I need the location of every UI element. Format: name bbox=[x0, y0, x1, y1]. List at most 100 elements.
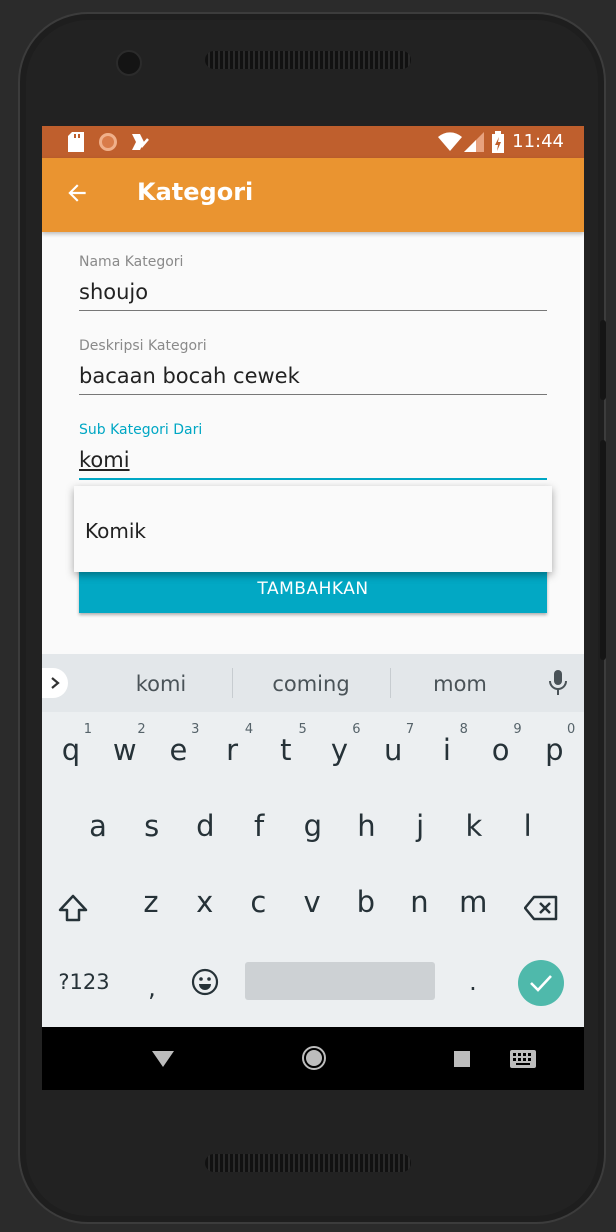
home-icon[interactable] bbox=[301, 1045, 327, 1071]
key-hint: 8 bbox=[459, 722, 468, 737]
status-time: 11:44 bbox=[512, 131, 564, 152]
enter-key[interactable] bbox=[518, 960, 564, 1006]
key-u[interactable]: u7 bbox=[366, 720, 420, 780]
key-i[interactable]: i8 bbox=[420, 720, 474, 780]
key-m[interactable]: m bbox=[446, 872, 500, 932]
key-a[interactable]: a bbox=[71, 796, 125, 856]
expand-suggestions-button[interactable] bbox=[42, 668, 68, 698]
key-label: c bbox=[250, 885, 267, 919]
key-hint: 0 bbox=[567, 722, 576, 737]
key-hint: 6 bbox=[352, 722, 361, 737]
key-o[interactable]: o9 bbox=[474, 720, 528, 780]
volume-button bbox=[600, 440, 606, 660]
bottom-speaker bbox=[205, 1154, 411, 1172]
category-name-field[interactable]: Nama Kategori shoujo bbox=[79, 254, 547, 311]
key-label: j bbox=[416, 809, 425, 843]
key-hint: 5 bbox=[298, 722, 307, 737]
microphone-icon[interactable] bbox=[548, 670, 568, 700]
key-j[interactable]: j bbox=[393, 796, 447, 856]
suggestion-3[interactable]: mom bbox=[385, 672, 535, 696]
key-hint: 2 bbox=[137, 722, 146, 737]
chevron-right-icon bbox=[51, 677, 60, 689]
key-q[interactable]: q1 bbox=[44, 720, 98, 780]
key-label: q bbox=[61, 733, 81, 767]
key-w[interactable]: w2 bbox=[98, 720, 152, 780]
parent-category-field[interactable]: Sub Kategori Dari komi bbox=[79, 422, 547, 480]
key-label: t bbox=[280, 733, 292, 767]
key-label: b bbox=[356, 885, 375, 919]
key-c[interactable]: c bbox=[231, 872, 285, 932]
suggestion-1[interactable]: komi bbox=[86, 672, 236, 696]
key-label: a bbox=[89, 809, 107, 843]
key-hint: 9 bbox=[513, 722, 522, 737]
emoji-key[interactable] bbox=[178, 952, 232, 1012]
key-x[interactable]: x bbox=[178, 872, 232, 932]
category-description-input[interactable]: bacaan bocah cewek bbox=[79, 364, 547, 395]
key-label: e bbox=[169, 733, 188, 767]
key-r[interactable]: r4 bbox=[205, 720, 259, 780]
key-s[interactable]: s bbox=[125, 796, 179, 856]
suggestion-2[interactable]: coming bbox=[236, 672, 386, 696]
app-bar: Kategori bbox=[42, 158, 584, 232]
key-k[interactable]: k bbox=[447, 796, 501, 856]
status-bar: 11:44 bbox=[42, 126, 584, 158]
key-hint: 1 bbox=[83, 722, 92, 737]
key-b[interactable]: b bbox=[339, 872, 393, 932]
back-triangle-icon[interactable] bbox=[152, 1051, 174, 1067]
backspace-key[interactable] bbox=[514, 878, 568, 938]
power-button bbox=[600, 320, 606, 400]
keyboard-switch-icon[interactable] bbox=[510, 1050, 536, 1068]
back-button[interactable] bbox=[64, 180, 94, 210]
symbols-key[interactable]: ?123 bbox=[56, 952, 112, 1012]
category-name-input[interactable]: shoujo bbox=[79, 280, 547, 311]
key-label: k bbox=[465, 809, 483, 843]
key-e[interactable]: e3 bbox=[151, 720, 205, 780]
signal-icon bbox=[464, 132, 484, 152]
key-g[interactable]: g bbox=[286, 796, 340, 856]
screen: 11:44 Kategori Nama Kategori shoujo Desk… bbox=[42, 126, 584, 1090]
key-hint: 4 bbox=[244, 722, 254, 737]
navigation-bar bbox=[42, 1027, 584, 1090]
key-hint: 3 bbox=[191, 722, 200, 737]
key-hint: 7 bbox=[405, 722, 415, 737]
parent-category-input[interactable]: komi bbox=[79, 448, 547, 480]
parent-category-value: komi bbox=[79, 448, 130, 472]
key-f[interactable]: f bbox=[232, 796, 286, 856]
page-title: Kategori bbox=[137, 178, 254, 206]
top-speaker bbox=[205, 51, 411, 69]
key-label: d bbox=[196, 809, 215, 843]
wifi-icon bbox=[438, 132, 462, 152]
key-t[interactable]: t5 bbox=[259, 720, 313, 780]
key-h[interactable]: h bbox=[340, 796, 394, 856]
dropdown-item-komik[interactable]: Komik bbox=[85, 519, 146, 543]
key-p[interactable]: p0 bbox=[527, 720, 581, 780]
key-n[interactable]: n bbox=[393, 872, 447, 932]
shift-key[interactable] bbox=[46, 878, 100, 938]
comma-key[interactable]: , bbox=[125, 958, 179, 1018]
sd-card-icon bbox=[68, 132, 84, 152]
key-label: v bbox=[303, 885, 321, 919]
key-y[interactable]: y6 bbox=[313, 720, 367, 780]
add-button[interactable]: TAMBAHKAN bbox=[79, 565, 547, 613]
check-task-icon bbox=[130, 132, 150, 152]
key-v[interactable]: v bbox=[285, 872, 339, 932]
key-label: n bbox=[410, 885, 429, 919]
key-label: h bbox=[357, 809, 376, 843]
shift-icon bbox=[58, 894, 88, 922]
space-key[interactable] bbox=[245, 962, 435, 1000]
autocomplete-dropdown: Komik bbox=[74, 486, 552, 572]
recents-square-icon[interactable] bbox=[454, 1051, 470, 1067]
category-description-field[interactable]: Deskripsi Kategori bacaan bocah cewek bbox=[79, 338, 547, 395]
suggestion-bar: komi coming mom bbox=[42, 654, 584, 712]
key-z[interactable]: z bbox=[124, 872, 178, 932]
sync-icon bbox=[98, 132, 118, 152]
category-name-label: Nama Kategori bbox=[79, 254, 184, 270]
key-d[interactable]: d bbox=[178, 796, 232, 856]
key-label: s bbox=[144, 809, 160, 843]
parent-category-label: Sub Kategori Dari bbox=[79, 422, 203, 438]
period-key[interactable]: . bbox=[446, 952, 500, 1012]
key-label: o bbox=[491, 733, 510, 767]
key-label: i bbox=[442, 733, 451, 767]
emoji-icon bbox=[191, 968, 219, 996]
key-l[interactable]: l bbox=[501, 796, 555, 856]
